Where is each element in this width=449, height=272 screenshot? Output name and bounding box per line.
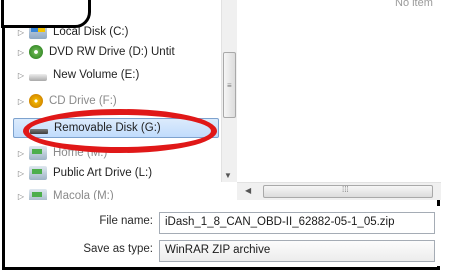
expand-arrow-icon[interactable]: ▷ [13, 192, 29, 201]
network-drive-icon [29, 189, 47, 200]
nav-item-macola[interactable]: ▷ Macola (M:) [13, 186, 219, 200]
network-drive-icon [29, 166, 47, 180]
dvd-drive-icon [29, 45, 43, 59]
empty-folder-message: No item [395, 0, 433, 9]
nav-item-dvd-drive[interactable]: ▷ DVD RW Drive (D:) Untit [13, 42, 219, 62]
scroll-left-arrow-icon[interactable]: ◀ [245, 186, 251, 195]
expand-arrow-icon[interactable]: ▷ [13, 149, 29, 158]
nav-pane-scrollbar[interactable]: ≡ ▼ [221, 0, 238, 182]
save-dialog: ▷ Local Disk (C:) ▷ DVD RW Drive (D:) Un… [1, 0, 441, 270]
scrollbar-thumb[interactable]: ⁞⁞⁞ [263, 185, 433, 198]
save-form: File name: iDash_1_8_CAN_OBD-II_62882-05… [13, 206, 441, 266]
file-name-label: File name: [99, 215, 153, 227]
grip-icon: ⁞⁞⁞ [342, 185, 349, 194]
save-as-type-label: Save as type: [83, 243, 153, 255]
expand-arrow-icon[interactable]: ▷ [13, 28, 29, 37]
network-drive-icon [29, 146, 47, 160]
nav-item-cd-drive[interactable]: ▷ CD Drive (F:) [13, 91, 219, 111]
expand-arrow-icon[interactable]: ▷ [13, 97, 29, 106]
cd-drive-icon [29, 94, 43, 108]
drive-icon [29, 74, 47, 81]
nav-item-label: DVD RW Drive (D:) Untit [49, 46, 175, 58]
scroll-down-arrow-icon[interactable]: ▼ [224, 171, 232, 180]
nav-item-new-volume[interactable]: ▷ New Volume (E:) [13, 65, 219, 85]
navigation-pane: ▷ Local Disk (C:) ▷ DVD RW Drive (D:) Un… [13, 0, 221, 200]
nav-item-label: CD Drive (F:) [49, 95, 117, 107]
scrollbar-thumb[interactable]: ≡ [223, 52, 236, 118]
nav-item-label: New Volume (E:) [53, 69, 140, 81]
highlight-circle [23, 109, 217, 153]
grip-icon: ≡ [227, 81, 232, 90]
nav-item-label: Macola (M:) [53, 190, 114, 200]
horizontal-scrollbar[interactable]: ◀ ⁞⁞⁞ [237, 182, 441, 200]
step-tab [1, 0, 91, 28]
nav-item-public-art-drive[interactable]: ▷ Public Art Drive (L:) [13, 163, 219, 183]
file-name-field[interactable]: iDash_1_8_CAN_OBD-II_62882-05-1_05.zip [159, 212, 435, 234]
nav-item-label: Public Art Drive (L:) [53, 167, 153, 179]
save-as-type-select[interactable]: WinRAR ZIP archive [159, 240, 435, 262]
expand-arrow-icon[interactable]: ▷ [13, 169, 29, 178]
expand-arrow-icon[interactable]: ▷ [13, 71, 29, 80]
expand-arrow-icon[interactable]: ▷ [13, 48, 29, 57]
file-list-area[interactable]: No item [237, 0, 441, 182]
